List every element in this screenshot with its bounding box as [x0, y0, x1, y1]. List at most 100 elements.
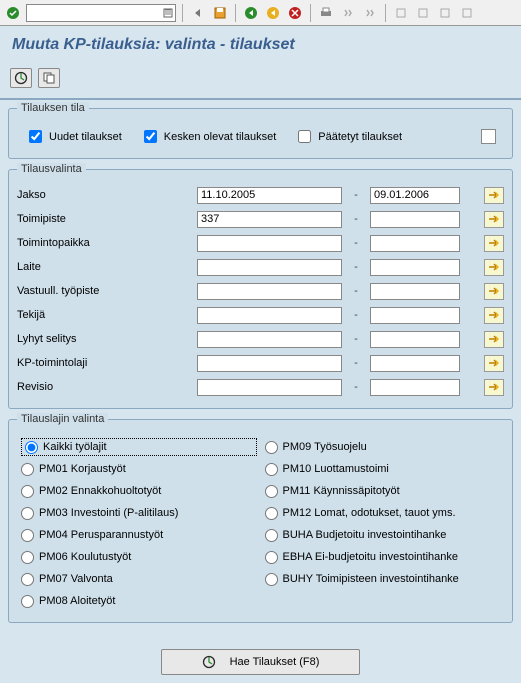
ordertype-radio-label: PM11 Käynnissäpitotyöt: [283, 485, 400, 497]
ordertype-radio-input[interactable]: [265, 529, 278, 542]
open-orders-input[interactable]: [144, 130, 157, 143]
execute-button[interactable]: Hae Tilaukset (F8): [161, 649, 361, 675]
closed-orders-checkbox[interactable]: Päätetyt tilaukset: [294, 127, 402, 146]
ordertype-radio-input[interactable]: [21, 573, 34, 586]
closed-orders-input[interactable]: [298, 130, 311, 143]
selection-label: Vastuull. työpiste: [17, 285, 197, 297]
ordertype-radio[interactable]: PM06 Koulutustyöt: [21, 548, 257, 566]
status-group-title: Tilauksen tila: [17, 102, 89, 114]
selection-to-input[interactable]: [370, 259, 460, 276]
ordertype-radio-input[interactable]: [21, 529, 34, 542]
ordertype-radio-input[interactable]: [21, 551, 34, 564]
back-icon[interactable]: [189, 4, 207, 22]
save-icon[interactable]: [211, 4, 229, 22]
ordertype-radio[interactable]: EBHA Ei-budjetoitu investointihanke: [265, 548, 501, 566]
ordertype-radio-input[interactable]: [265, 441, 278, 454]
ordertype-radio-input[interactable]: [21, 507, 34, 520]
ordertype-radio-input[interactable]: [21, 485, 34, 498]
next-page-icon[interactable]: [436, 4, 454, 22]
range-dash: -: [342, 213, 370, 225]
print-icon[interactable]: [317, 4, 335, 22]
new-orders-input[interactable]: [29, 130, 42, 143]
ordertype-radio-input[interactable]: [265, 551, 278, 564]
multiple-selection-button[interactable]: [484, 259, 504, 276]
selection-from-input[interactable]: [197, 235, 342, 252]
selection-from-input[interactable]: [197, 307, 342, 324]
selection-from-input[interactable]: [197, 331, 342, 348]
ordertype-radio-input[interactable]: [21, 595, 34, 608]
selection-to-input[interactable]: [370, 283, 460, 300]
execute-icon[interactable]: [10, 68, 32, 88]
prev-page-icon[interactable]: [414, 4, 432, 22]
selection-to-input[interactable]: [370, 307, 460, 324]
cancel-icon[interactable]: [286, 4, 304, 22]
ordertype-radio-input[interactable]: [25, 441, 38, 454]
selection-label: Lyhyt selitys: [17, 333, 197, 345]
selection-label: Laite: [17, 261, 197, 273]
selection-from-input[interactable]: [197, 379, 342, 396]
multiple-selection-button[interactable]: [484, 331, 504, 348]
selection-from-input[interactable]: 337: [197, 211, 342, 228]
selection-to-input[interactable]: [370, 331, 460, 348]
ordertype-radio[interactable]: Kaikki työlajit: [21, 438, 257, 456]
selection-to-input[interactable]: 09.01.2006: [370, 187, 460, 204]
ordertype-radio-label: EBHA Ei-budjetoitu investointihanke: [283, 551, 459, 563]
ordertype-radio-label: Kaikki työlajit: [43, 441, 107, 453]
multiple-selection-button[interactable]: [484, 355, 504, 372]
selection-label: Toimintopaikka: [17, 237, 197, 249]
selection-label: Revisio: [17, 381, 197, 393]
selection-from-input[interactable]: [197, 259, 342, 276]
selection-to-input[interactable]: [370, 235, 460, 252]
first-page-icon[interactable]: [392, 4, 410, 22]
ordertype-radio-input[interactable]: [265, 507, 278, 520]
back-green-icon[interactable]: [242, 4, 260, 22]
ordertype-radio[interactable]: PM07 Valvonta: [21, 570, 257, 588]
ordertype-radio-label: PM07 Valvonta: [39, 573, 113, 585]
selection-from-input[interactable]: 11.10.2005: [197, 187, 342, 204]
ordertype-radio[interactable]: BUHY Toimipisteen investointihanke: [265, 570, 501, 588]
range-dash: -: [342, 237, 370, 249]
ordertype-radio[interactable]: PM03 Investointi (P-alitilaus): [21, 504, 257, 522]
ordertype-radio-input[interactable]: [265, 485, 278, 498]
ordertype-radio[interactable]: PM12 Lomat, odotukset, tauot yms.: [265, 504, 501, 522]
status-extra-box[interactable]: [481, 129, 496, 144]
last-page-icon[interactable]: [458, 4, 476, 22]
range-dash: -: [342, 189, 370, 201]
ordertype-radio[interactable]: PM10 Luottamustoimi: [265, 460, 501, 478]
command-field[interactable]: [26, 4, 176, 22]
page-title: Muuta KP-tilauksia: valinta - tilaukset: [0, 26, 521, 64]
selection-to-input[interactable]: [370, 379, 460, 396]
exit-icon[interactable]: [264, 4, 282, 22]
selection-from-input[interactable]: [197, 355, 342, 372]
find-icon[interactable]: [339, 4, 357, 22]
ordertype-group: Tilauslajin valinta Kaikki työlajitPM01 …: [8, 419, 513, 623]
ordertype-radio[interactable]: PM08 Aloitetyöt: [21, 592, 257, 610]
ordertype-radio[interactable]: BUHA Budjetoitu investointihanke: [265, 526, 501, 544]
ordertype-radio-input[interactable]: [265, 573, 278, 586]
selection-from-input[interactable]: [197, 283, 342, 300]
ok-icon[interactable]: [4, 4, 22, 22]
ordertype-radio[interactable]: PM01 Korjaustyöt: [21, 460, 257, 478]
multiple-selection-button[interactable]: [484, 235, 504, 252]
status-group: Tilauksen tila Uudet tilaukset Kesken ol…: [8, 108, 513, 159]
ordertype-radio[interactable]: PM11 Käynnissäpitotyöt: [265, 482, 501, 500]
selection-to-input[interactable]: [370, 355, 460, 372]
multiple-selection-button[interactable]: [484, 379, 504, 396]
dropdown-icon[interactable]: [163, 8, 173, 18]
ordertype-radio[interactable]: PM04 Perusparannustyöt: [21, 526, 257, 544]
get-variant-icon[interactable]: [38, 68, 60, 88]
find-next-icon[interactable]: [361, 4, 379, 22]
selection-to-input[interactable]: [370, 211, 460, 228]
ordertype-radio[interactable]: PM09 Työsuojelu: [265, 438, 501, 456]
ordertype-radio[interactable]: PM02 Ennakkohuoltotyöt: [21, 482, 257, 500]
execute-button-label: Hae Tilaukset (F8): [230, 656, 320, 668]
open-orders-checkbox[interactable]: Kesken olevat tilaukset: [140, 127, 277, 146]
multiple-selection-button[interactable]: [484, 187, 504, 204]
ordertype-radio-input[interactable]: [21, 463, 34, 476]
multiple-selection-button[interactable]: [484, 283, 504, 300]
ordertype-radio-input[interactable]: [265, 463, 278, 476]
new-orders-checkbox[interactable]: Uudet tilaukset: [25, 127, 122, 146]
multiple-selection-button[interactable]: [484, 307, 504, 324]
multiple-selection-button[interactable]: [484, 211, 504, 228]
selection-row: Vastuull. työpiste-: [17, 280, 504, 302]
